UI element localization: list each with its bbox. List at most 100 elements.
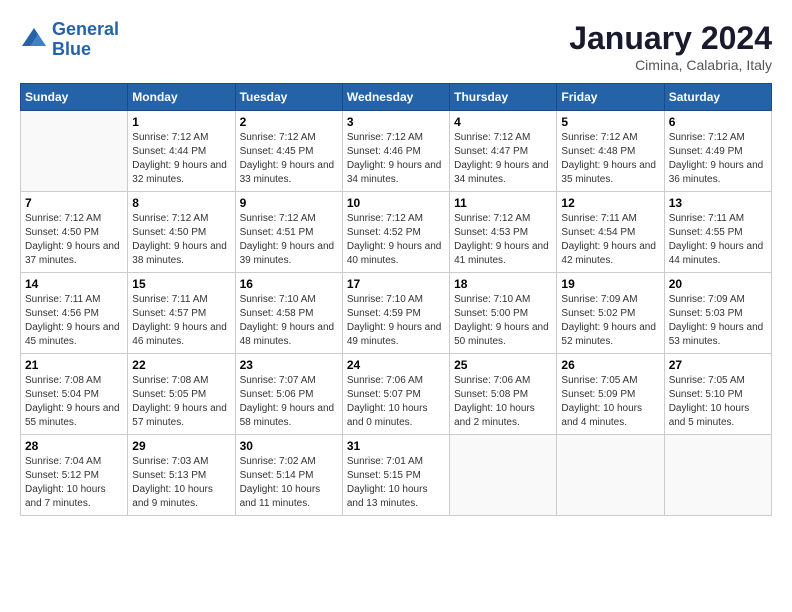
day-number: 12 (561, 196, 659, 210)
day-number: 8 (132, 196, 230, 210)
day-info: Sunrise: 7:12 AMSunset: 4:47 PMDaylight:… (454, 131, 552, 187)
calendar-cell: 9 Sunrise: 7:12 AMSunset: 4:51 PMDaylight… (235, 192, 342, 273)
calendar-cell: 8 Sunrise: 7:12 AMSunset: 4:50 PMDaylight… (128, 192, 235, 273)
calendar-cell: 15Sunrise: 7:11 AMSunset: 4:57 PMDayligh… (128, 273, 235, 354)
day-header-wednesday: Wednesday (342, 84, 449, 111)
calendar-week-row: 28 Sunrise: 7:04 AMSunset: 5:12 PMDayligh… (21, 435, 772, 516)
calendar-table: SundayMondayTuesdayWednesdayThursdayFrid… (20, 83, 772, 516)
calendar-cell: 16 Sunrise: 7:10 AMSunset: 4:58 PMDayligh… (235, 273, 342, 354)
calendar-cell (21, 111, 128, 192)
calendar-cell: 11 Sunrise: 7:12 AMSunset: 4:53 PMDayligh… (450, 192, 557, 273)
day-info: Sunrise: 7:12 AMSunset: 4:50 PMDaylight:… (25, 212, 123, 268)
day-number: 5 (561, 115, 659, 129)
calendar-cell: 7 Sunrise: 7:12 AMSunset: 4:50 PMDaylight… (21, 192, 128, 273)
day-number: 24 (347, 358, 445, 372)
day-info: Sunrise: 7:12 AMSunset: 4:45 PMDaylight:… (240, 131, 338, 187)
day-info: Sunrise: 7:10 AMSunset: 4:58 PMDaylight:… (240, 293, 338, 349)
day-header-sunday: Sunday (21, 84, 128, 111)
logo-text: General Blue (52, 20, 119, 60)
calendar-cell: 26Sunrise: 7:05 AMSunset: 5:09 PMDayligh… (557, 354, 664, 435)
day-info: Sunrise: 7:08 AMSunset: 5:04 PMDaylight:… (25, 374, 123, 430)
logo-line2: Blue (52, 39, 91, 59)
day-info: Sunrise: 7:05 AMSunset: 5:10 PMDaylight:… (669, 374, 767, 430)
day-number: 7 (25, 196, 123, 210)
day-number: 11 (454, 196, 552, 210)
day-header-monday: Monday (128, 84, 235, 111)
day-info: Sunrise: 7:04 AMSunset: 5:12 PMDaylight:… (25, 455, 123, 511)
day-header-thursday: Thursday (450, 84, 557, 111)
day-number: 4 (454, 115, 552, 129)
day-info: Sunrise: 7:12 AMSunset: 4:46 PMDaylight:… (347, 131, 445, 187)
day-number: 9 (240, 196, 338, 210)
day-info: Sunrise: 7:06 AMSunset: 5:07 PMDaylight:… (347, 374, 445, 430)
calendar-cell (557, 435, 664, 516)
day-number: 13 (669, 196, 767, 210)
day-info: Sunrise: 7:03 AMSunset: 5:13 PMDaylight:… (132, 455, 230, 511)
calendar-week-row: 7 Sunrise: 7:12 AMSunset: 4:50 PMDaylight… (21, 192, 772, 273)
calendar-week-row: 14 Sunrise: 7:11 AMSunset: 4:56 PMDayligh… (21, 273, 772, 354)
day-info: Sunrise: 7:09 AMSunset: 5:03 PMDaylight:… (669, 293, 767, 349)
day-info: Sunrise: 7:06 AMSunset: 5:08 PMDaylight:… (454, 374, 552, 430)
day-info: Sunrise: 7:12 AMSunset: 4:49 PMDaylight:… (669, 131, 767, 187)
logo-line1: General (52, 19, 119, 39)
day-number: 31 (347, 439, 445, 453)
day-info: Sunrise: 7:10 AMSunset: 5:00 PMDaylight:… (454, 293, 552, 349)
day-number: 6 (669, 115, 767, 129)
day-number: 28 (25, 439, 123, 453)
day-info: Sunrise: 7:11 AMSunset: 4:56 PMDaylight:… (25, 293, 123, 349)
day-info: Sunrise: 7:12 AMSunset: 4:48 PMDaylight:… (561, 131, 659, 187)
logo: General Blue (20, 20, 119, 60)
calendar-cell: 17Sunrise: 7:10 AMSunset: 4:59 PMDayligh… (342, 273, 449, 354)
day-info: Sunrise: 7:12 AMSunset: 4:52 PMDaylight:… (347, 212, 445, 268)
day-number: 18 (454, 277, 552, 291)
calendar-cell: 20 Sunrise: 7:09 AMSunset: 5:03 PMDayligh… (664, 273, 771, 354)
day-number: 16 (240, 277, 338, 291)
calendar-week-row: 21 Sunrise: 7:08 AMSunset: 5:04 PMDayligh… (21, 354, 772, 435)
calendar-cell: 3 Sunrise: 7:12 AMSunset: 4:46 PMDaylight… (342, 111, 449, 192)
calendar-cell: 10 Sunrise: 7:12 AMSunset: 4:52 PMDayligh… (342, 192, 449, 273)
day-header-tuesday: Tuesday (235, 84, 342, 111)
day-number: 10 (347, 196, 445, 210)
day-number: 20 (669, 277, 767, 291)
calendar-header-row: SundayMondayTuesdayWednesdayThursdayFrid… (21, 84, 772, 111)
calendar-cell: 19Sunrise: 7:09 AMSunset: 5:02 PMDayligh… (557, 273, 664, 354)
day-info: Sunrise: 7:11 AMSunset: 4:54 PMDaylight:… (561, 212, 659, 268)
day-number: 23 (240, 358, 338, 372)
title-block: January 2024 Cimina, Calabria, Italy (569, 20, 772, 73)
day-number: 14 (25, 277, 123, 291)
day-info: Sunrise: 7:07 AMSunset: 5:06 PMDaylight:… (240, 374, 338, 430)
calendar-cell (450, 435, 557, 516)
calendar-cell: 18 Sunrise: 7:10 AMSunset: 5:00 PMDayligh… (450, 273, 557, 354)
calendar-cell: 29 Sunrise: 7:03 AMSunset: 5:13 PMDayligh… (128, 435, 235, 516)
calendar-cell: 31 Sunrise: 7:01 AMSunset: 5:15 PMDayligh… (342, 435, 449, 516)
day-number: 29 (132, 439, 230, 453)
day-info: Sunrise: 7:12 AMSunset: 4:53 PMDaylight:… (454, 212, 552, 268)
day-number: 3 (347, 115, 445, 129)
day-number: 19 (561, 277, 659, 291)
day-number: 30 (240, 439, 338, 453)
day-header-friday: Friday (557, 84, 664, 111)
month-title: January 2024 (569, 20, 772, 57)
day-number: 22 (132, 358, 230, 372)
page-header: General Blue January 2024 Cimina, Calabr… (20, 20, 772, 73)
calendar-cell: 4 Sunrise: 7:12 AMSunset: 4:47 PMDaylight… (450, 111, 557, 192)
day-info: Sunrise: 7:12 AMSunset: 4:51 PMDaylight:… (240, 212, 338, 268)
calendar-cell: 6 Sunrise: 7:12 AMSunset: 4:49 PMDaylight… (664, 111, 771, 192)
calendar-cell: 22Sunrise: 7:08 AMSunset: 5:05 PMDayligh… (128, 354, 235, 435)
day-info: Sunrise: 7:01 AMSunset: 5:15 PMDaylight:… (347, 455, 445, 511)
day-info: Sunrise: 7:12 AMSunset: 4:50 PMDaylight:… (132, 212, 230, 268)
calendar-week-row: 1Sunrise: 7:12 AMSunset: 4:44 PMDaylight… (21, 111, 772, 192)
day-number: 1 (132, 115, 230, 129)
logo-icon (20, 26, 48, 54)
calendar-cell: 24 Sunrise: 7:06 AMSunset: 5:07 PMDayligh… (342, 354, 449, 435)
day-info: Sunrise: 7:11 AMSunset: 4:57 PMDaylight:… (132, 293, 230, 349)
calendar-cell: 21 Sunrise: 7:08 AMSunset: 5:04 PMDayligh… (21, 354, 128, 435)
calendar-cell: 27Sunrise: 7:05 AMSunset: 5:10 PMDayligh… (664, 354, 771, 435)
calendar-cell: 30Sunrise: 7:02 AMSunset: 5:14 PMDayligh… (235, 435, 342, 516)
calendar-cell: 1Sunrise: 7:12 AMSunset: 4:44 PMDaylight… (128, 111, 235, 192)
day-number: 21 (25, 358, 123, 372)
day-header-saturday: Saturday (664, 84, 771, 111)
day-number: 17 (347, 277, 445, 291)
location-subtitle: Cimina, Calabria, Italy (569, 57, 772, 73)
calendar-cell: 23 Sunrise: 7:07 AMSunset: 5:06 PMDayligh… (235, 354, 342, 435)
